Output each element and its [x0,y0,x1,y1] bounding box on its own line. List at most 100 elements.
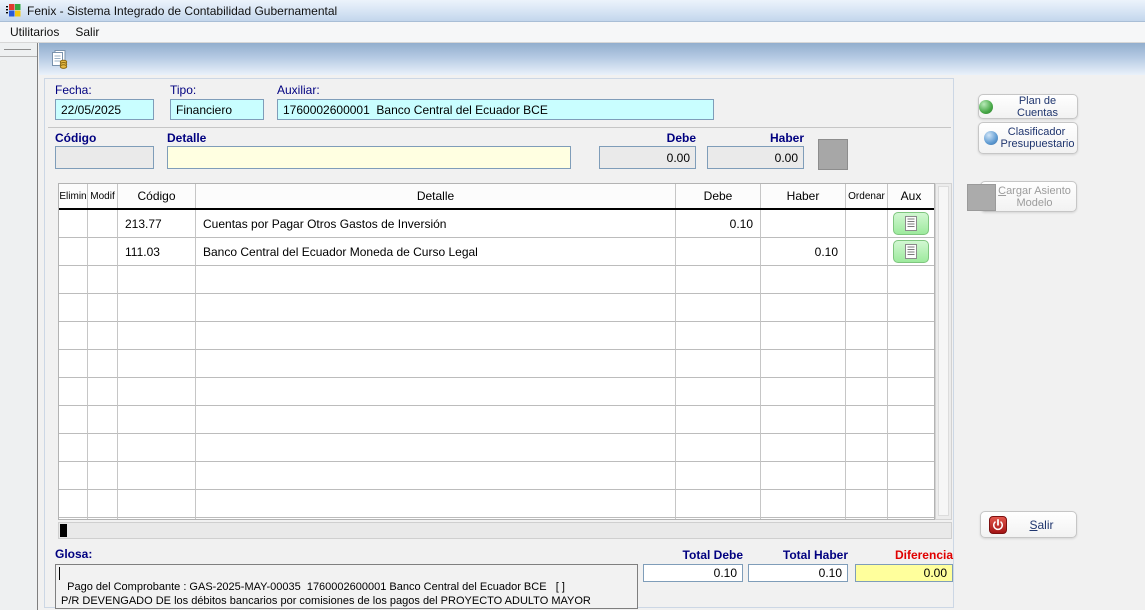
cell-ordenar [846,518,888,520]
cell-modif [88,350,118,378]
cell-ordenar [846,210,888,238]
cell-codigo[interactable]: 213.77 [118,210,196,238]
total-haber-label: Total Haber [748,548,848,562]
total-debe-field: 0.10 [643,564,743,582]
table-row-empty [59,294,934,322]
header-cell-detalle: Detalle [196,184,676,208]
app-windows-logo-icon [5,3,21,18]
cell-modif [88,322,118,350]
vertical-scrollbar[interactable] [935,183,952,520]
tipo-label: Tipo: [170,83,196,97]
copy-voucher-button[interactable] [47,47,71,71]
horizontal-scrollbar-thumb[interactable] [60,524,67,537]
cell-codigo [118,350,196,378]
cell-debe[interactable]: 0.10 [676,210,761,238]
auxiliar-field[interactable]: 1760002600001 Banco Central del Ecuador … [277,99,714,120]
power-icon [989,516,1007,534]
horizontal-scrollbar[interactable] [58,522,952,539]
header-cell-elimin: Elimin [59,184,88,208]
cell-haber[interactable]: 0.10 [761,238,846,266]
cell-codigo [118,434,196,462]
cell-detalle [196,462,676,490]
blue-sphere-icon [984,131,998,145]
menu-item-salir[interactable]: Salir [67,23,107,41]
separator-line [48,127,951,128]
cell-elimin[interactable] [59,210,88,238]
cell-ordenar [846,434,888,462]
left-collapsed-panel[interactable] [0,43,38,610]
cell-detalle [196,350,676,378]
toolbar [39,43,1145,75]
cell-elimin [59,350,88,378]
plan-de-cuentas-label: Plan de Cuentas [998,95,1077,119]
cell-debe [676,518,761,520]
cell-modif [88,462,118,490]
cell-debe [676,406,761,434]
cell-aux[interactable] [888,238,934,266]
cell-aux [888,378,934,406]
cell-haber[interactable] [761,210,846,238]
detalle-input[interactable] [167,146,571,169]
cell-haber [761,294,846,322]
cell-haber [761,434,846,462]
cell-aux[interactable] [888,210,934,238]
aux-button[interactable] [893,212,929,235]
cell-modif[interactable] [88,238,118,266]
cell-detalle [196,322,676,350]
entry-action-placeholder-button[interactable] [818,139,848,170]
header-cell-haber: Haber [761,184,846,208]
cell-detalle[interactable]: Cuentas por Pagar Otros Gastos de Invers… [196,210,676,238]
cell-haber [761,490,846,518]
cell-elimin[interactable] [59,238,88,266]
header-cell-modif: Modif [88,184,118,208]
aux-button[interactable] [893,240,929,263]
detalle-label: Detalle [167,131,206,145]
cell-aux [888,490,934,518]
vertical-scrollbar-thumb[interactable] [938,186,949,516]
window-title: Fenix - Sistema Integrado de Contabilida… [27,4,337,18]
glosa-label: Glosa: [55,547,92,561]
cell-ordenar [846,266,888,294]
debe-input: 0.00 [599,146,696,169]
cell-codigo[interactable]: 111.03 [118,238,196,266]
entries-table-header: EliminModifCódigoDetalleDebeHaberOrdenar… [59,184,934,210]
fecha-field[interactable]: 22/05/2025 [55,99,154,120]
cell-debe [676,294,761,322]
clasificador-label: Clasificador Presupuestario [1001,126,1073,150]
cell-ordenar [846,238,888,266]
cell-aux [888,406,934,434]
clasificador-presupuestario-button[interactable]: Clasificador Presupuestario [978,122,1078,154]
codigo-input[interactable] [55,146,154,169]
auxiliar-label: Auxiliar: [277,83,320,97]
tipo-field[interactable]: Financiero [170,99,264,120]
salir-button[interactable]: Salir [980,511,1077,538]
cell-debe [676,266,761,294]
cell-modif [88,378,118,406]
header-cell-ordenar: Ordenar [846,184,888,208]
cell-detalle [196,518,676,520]
table-row-empty [59,350,934,378]
plan-de-cuentas-button[interactable]: Plan de Cuentas [978,94,1078,119]
cell-detalle [196,266,676,294]
cell-haber [761,378,846,406]
cell-haber [761,462,846,490]
cell-detalle [196,294,676,322]
cell-codigo [118,294,196,322]
cell-aux [888,434,934,462]
panel-grip[interactable] [0,43,37,57]
disabled-square-icon [967,184,996,211]
table-row-empty [59,518,934,520]
glosa-textarea[interactable]: Pago del Comprobante : GAS-2025-MAY-0003… [55,564,638,609]
entries-table-body: 213.77Cuentas por Pagar Otros Gastos de … [59,210,934,520]
cell-aux [888,294,934,322]
cell-elimin [59,406,88,434]
menu-item-utilitarios[interactable]: Utilitarios [2,23,67,41]
cell-modif[interactable] [88,210,118,238]
cell-debe[interactable] [676,238,761,266]
cell-modif [88,294,118,322]
cell-modif [88,406,118,434]
haber-label: Haber [707,131,804,145]
cell-elimin [59,266,88,294]
cell-detalle[interactable]: Banco Central del Ecuador Moneda de Curs… [196,238,676,266]
cell-ordenar [846,322,888,350]
